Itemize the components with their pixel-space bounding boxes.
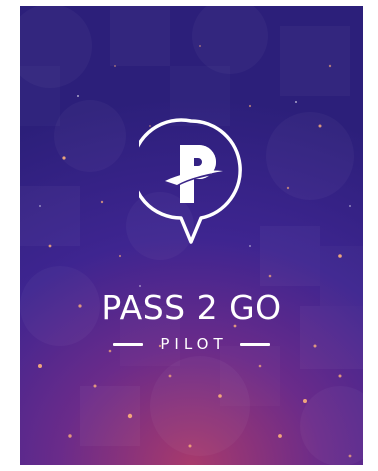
app-logo bbox=[130, 118, 243, 268]
right-dash bbox=[239, 342, 270, 346]
app-title: PASS 2 GO bbox=[101, 288, 282, 327]
map-pin-p-icon bbox=[130, 118, 242, 244]
app-subtitle: PILOT bbox=[160, 335, 228, 353]
subtitle-row: PILOT bbox=[20, 333, 363, 355]
left-dash bbox=[113, 342, 144, 346]
splash-screen: PASS 2 GO PILOT bbox=[20, 6, 363, 465]
